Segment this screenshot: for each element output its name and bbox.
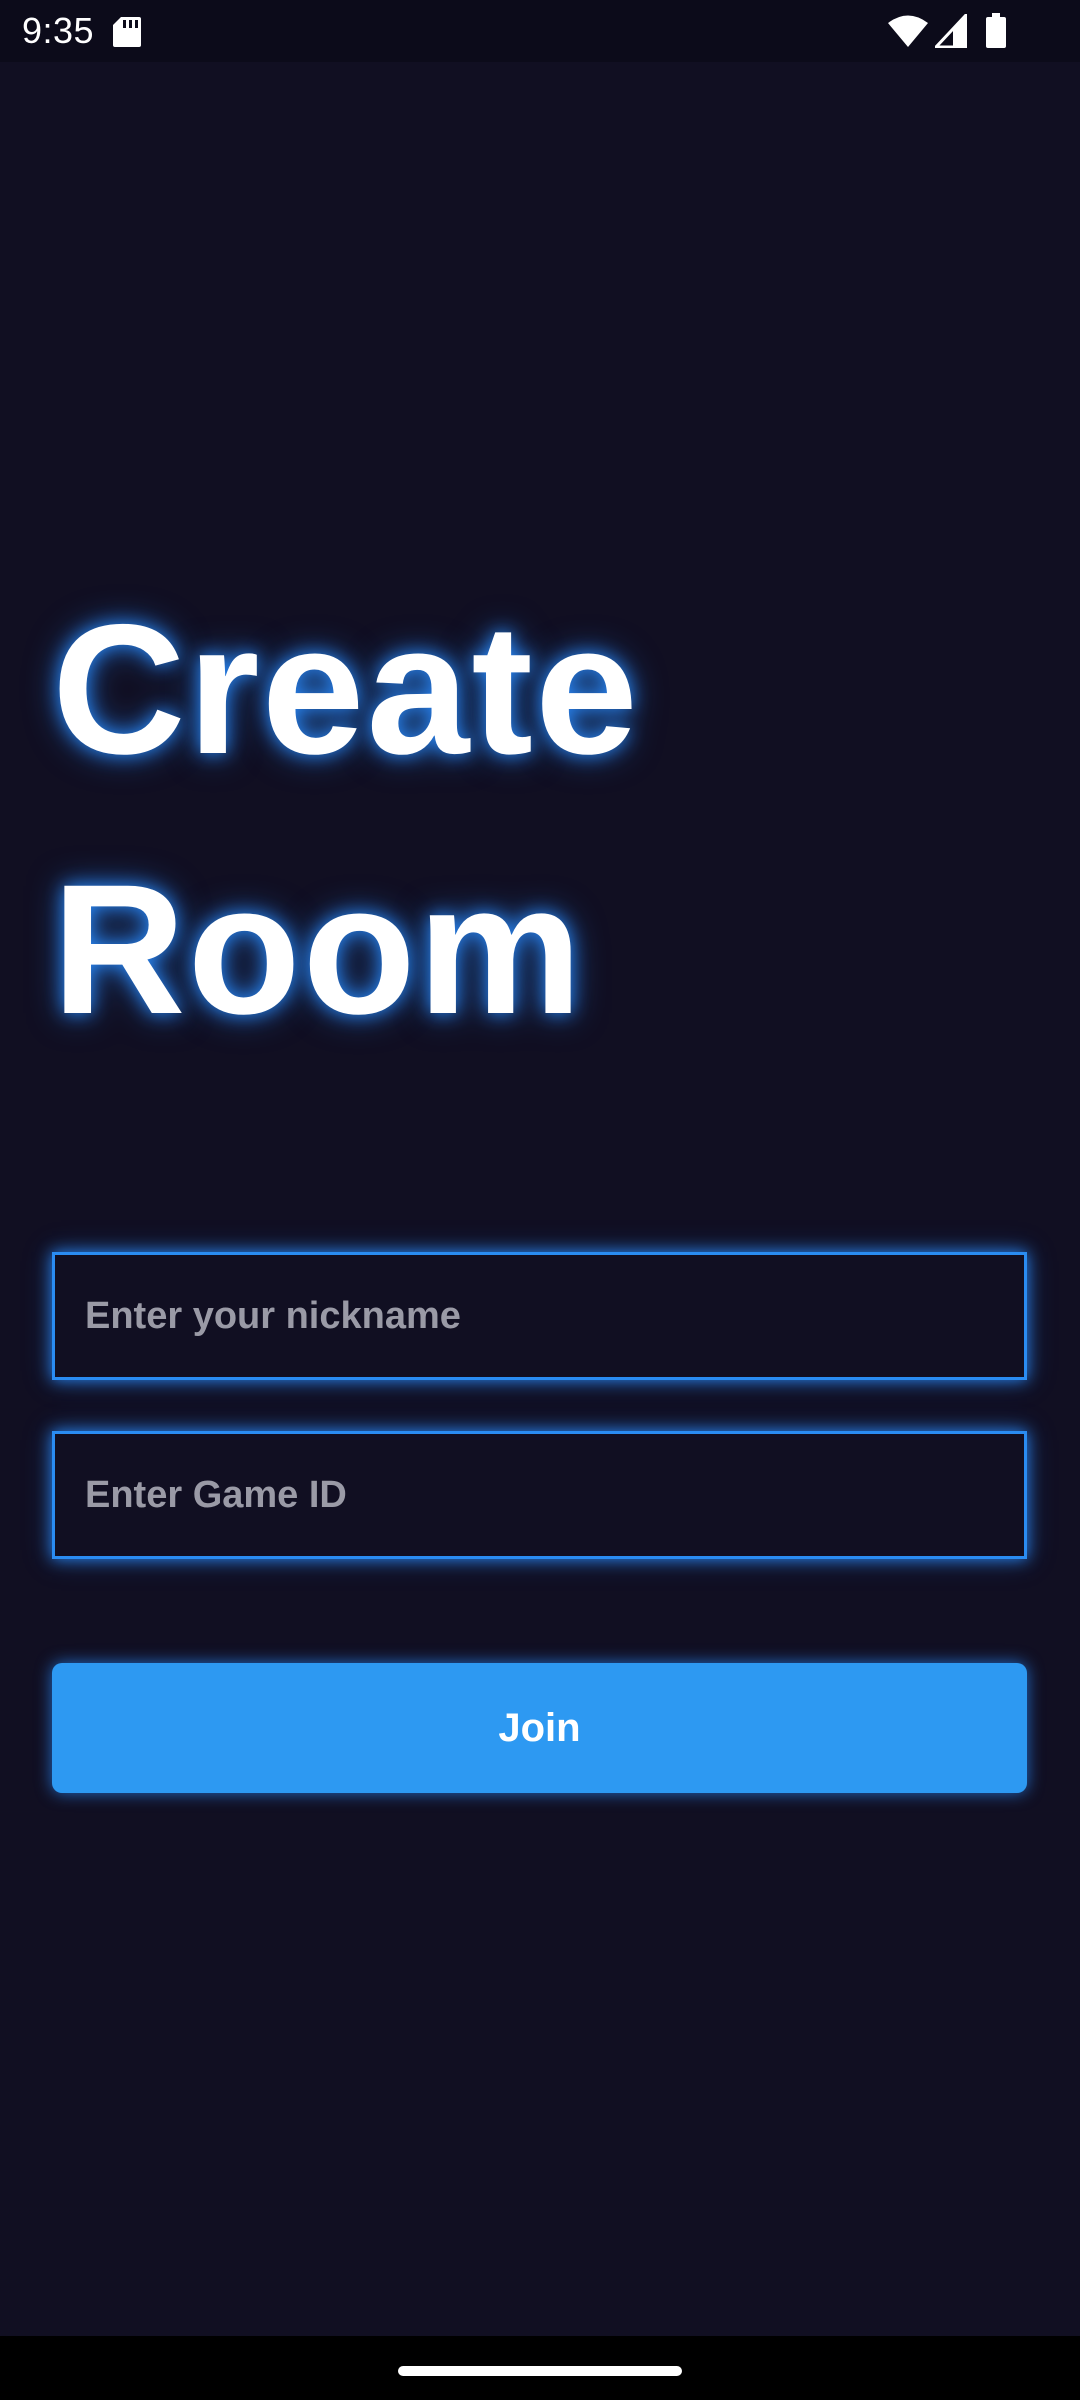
navigation-bar xyxy=(0,2336,1080,2400)
sd-card-icon xyxy=(113,17,141,47)
home-indicator[interactable] xyxy=(398,2366,682,2376)
wifi-icon xyxy=(888,15,928,47)
join-button[interactable]: Join xyxy=(52,1663,1027,1793)
status-time: 9:35 xyxy=(22,10,95,51)
create-room-screen: 9:35 Create Room Join xyxy=(0,0,1080,2400)
battery-icon xyxy=(986,13,1006,48)
page-title: Create Room xyxy=(52,560,640,1080)
title-line-1: Create xyxy=(52,587,640,793)
nickname-input[interactable] xyxy=(52,1252,1027,1380)
title-line-2: Room xyxy=(52,847,585,1053)
status-bar: 9:35 xyxy=(0,0,1080,62)
game-id-input[interactable] xyxy=(52,1431,1027,1559)
cell-signal-icon xyxy=(935,14,967,48)
